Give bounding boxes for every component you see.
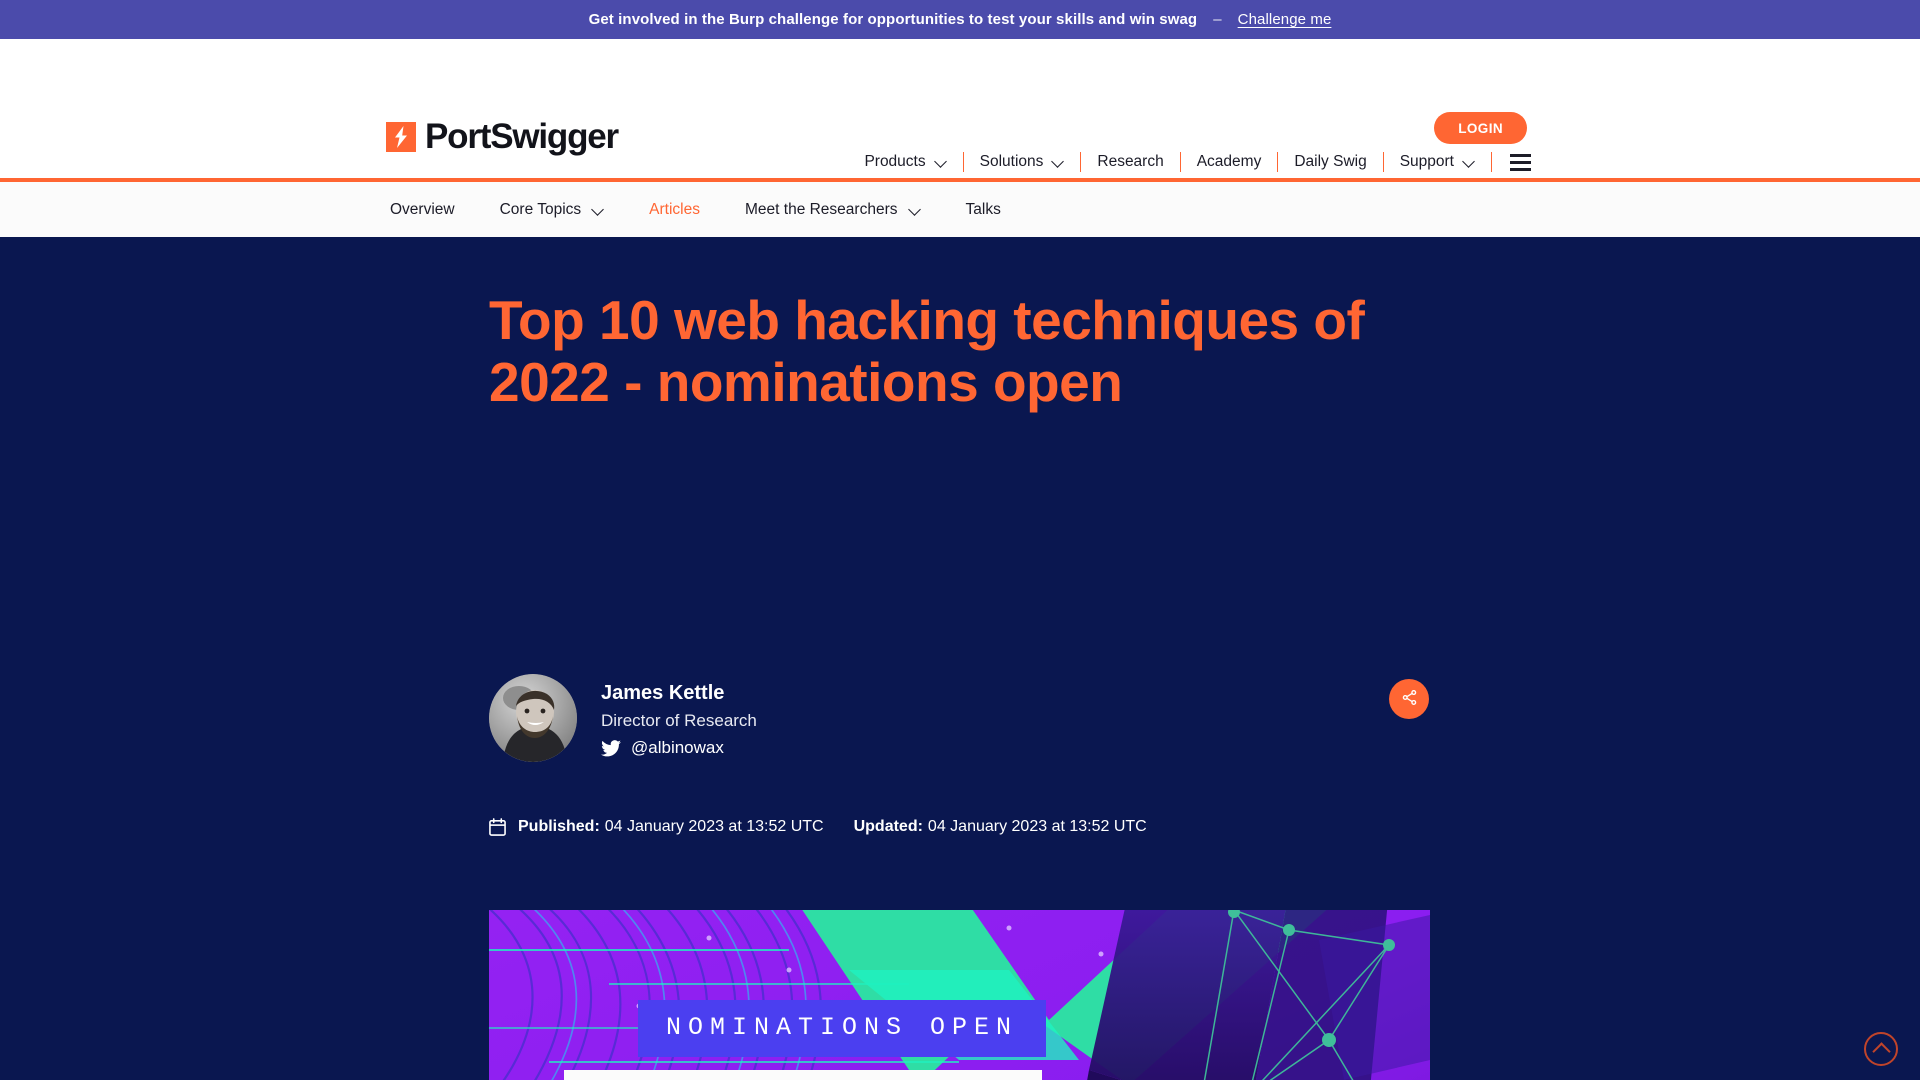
subnav-label: Articles	[649, 200, 700, 218]
nav-item-academy[interactable]: Academy	[1181, 153, 1278, 171]
subnav-label: Core Topics	[499, 200, 582, 218]
site-header: PortSwigger LOGIN Products Solutions Res…	[0, 39, 1920, 178]
page-title: Top 10 web hacking techniques of 2022 - …	[489, 289, 1365, 413]
lightning-bolt-icon	[386, 121, 416, 152]
author-handle-text: @albinowax	[631, 738, 724, 758]
share-button[interactable]	[1389, 679, 1429, 719]
nav-label: Research	[1097, 153, 1164, 170]
nav-item-solutions[interactable]: Solutions	[964, 153, 1081, 171]
published-value: 04 January 2023 at 13:52 UTC	[604, 818, 824, 835]
nav-item-research[interactable]: Research	[1081, 153, 1179, 171]
calendar-icon	[489, 818, 506, 836]
chevron-up-icon	[1871, 1041, 1891, 1061]
hero-band-top10: TOP 10 WEB HACKING	[564, 1070, 1042, 1080]
scroll-to-top-button[interactable]	[1864, 1032, 1898, 1066]
promo-banner: Get involved in the Burp challenge for o…	[0, 0, 1920, 39]
share-icon	[1401, 689, 1418, 709]
sidebar-item-core-topics[interactable]: Core Topics	[500, 201, 605, 219]
nav-label: Solutions	[979, 153, 1044, 170]
article-hero: Top 10 web hacking techniques of 2022 - …	[0, 240, 1920, 1080]
sidebar-item-articles[interactable]: Articles	[649, 201, 700, 219]
main-navigation: Products Solutions Research Academy Dail…	[856, 152, 1545, 172]
portswigger-logo[interactable]: PortSwigger	[386, 117, 619, 156]
nav-item-support[interactable]: Support	[1384, 153, 1491, 171]
author-twitter-link[interactable]: @albinowax	[601, 738, 757, 758]
updated-value: 04 January 2023 at 13:52 UTC	[927, 818, 1147, 835]
published-label: Published:	[518, 818, 600, 835]
article-hero-artwork: NOMINATIONS OPEN TOP 10 WEB HACKING TECH…	[489, 910, 1430, 1080]
nav-item-daily-swig[interactable]: Daily Swig	[1278, 153, 1382, 171]
author-role: Director of Research	[601, 711, 757, 730]
logo-wordmark: PortSwigger	[425, 117, 619, 156]
sidebar-item-talks[interactable]: Talks	[966, 201, 1001, 219]
chevron-down-icon	[592, 204, 604, 216]
subnav-label: Talks	[965, 200, 1001, 218]
chevron-down-icon	[935, 156, 947, 168]
sidebar-item-meet-the-researchers[interactable]: Meet the Researchers	[745, 201, 921, 219]
subnav-label: Meet the Researchers	[745, 200, 898, 218]
nav-item-products[interactable]: Products	[856, 153, 962, 171]
hero-band-nominations: NOMINATIONS OPEN	[638, 1000, 1047, 1057]
chevron-down-icon	[1052, 156, 1064, 168]
promo-message: Get involved in the Burp challenge for o…	[588, 11, 1198, 28]
chevron-down-icon	[909, 204, 921, 216]
subnav-label: Overview	[390, 200, 455, 218]
author-name: James Kettle	[601, 682, 725, 704]
nav-label: Support	[1399, 153, 1454, 170]
updated-label: Updated:	[853, 818, 923, 835]
login-button[interactable]: LOGIN	[1434, 112, 1527, 144]
nav-label: Products	[864, 153, 926, 170]
nav-label: Academy	[1196, 153, 1262, 170]
section-navigation: Overview Core Topics Articles Meet the R…	[0, 182, 1920, 237]
promo-dash: –	[1213, 11, 1222, 28]
avatar	[489, 674, 577, 762]
hamburger-menu-icon[interactable]	[1492, 153, 1545, 171]
promo-cta-link[interactable]: Challenge me	[1238, 11, 1332, 28]
author-block: James Kettle Director of Research @albin…	[489, 674, 757, 762]
sidebar-item-overview[interactable]: Overview	[390, 201, 455, 219]
article-dates: Published: 04 January 2023 at 13:52 UTC …	[489, 818, 1147, 836]
twitter-icon	[601, 740, 621, 757]
nav-label: Daily Swig	[1294, 153, 1367, 170]
chevron-down-icon	[1463, 156, 1475, 168]
